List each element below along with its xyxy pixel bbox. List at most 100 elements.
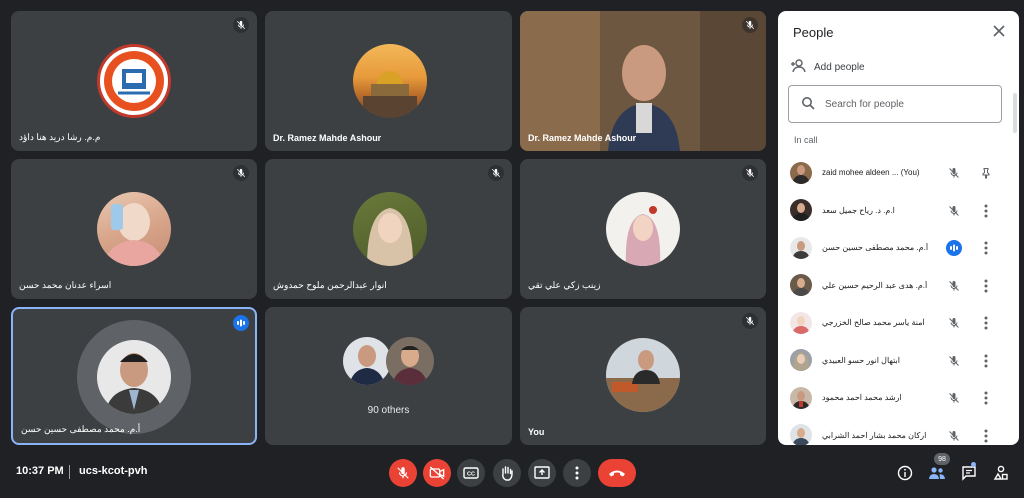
more-options-icon[interactable] xyxy=(978,203,994,219)
present-screen-button[interactable] xyxy=(528,459,556,487)
captions-button[interactable]: CC xyxy=(457,459,485,487)
avatar xyxy=(790,236,812,259)
avatar xyxy=(790,424,812,445)
avatar xyxy=(353,44,427,118)
participant-name: انوار عبدالرحمن ملوح حمدوش xyxy=(273,280,387,290)
more-options-icon[interactable] xyxy=(978,390,994,406)
camera-feed xyxy=(520,11,766,151)
mic-off-icon xyxy=(946,390,962,406)
chat-button[interactable] xyxy=(958,462,980,484)
people-panel: People Add people Search for people In c… xyxy=(778,11,1019,445)
add-person-icon xyxy=(790,59,806,76)
mic-off-icon xyxy=(946,165,962,181)
participant-tile-active-speaker[interactable]: أ.م. محمد مصطفى حسين حسن xyxy=(11,307,257,445)
mic-off-icon xyxy=(946,428,962,444)
you-label: (You) xyxy=(900,168,920,178)
participant-list-name: أ.م. محمد مصطفى حسين حسن xyxy=(822,243,929,253)
raise-hand-button[interactable] xyxy=(493,459,521,487)
participant-list-name: أ.م. هدى عبد الرحيم حسين علي xyxy=(822,280,928,290)
mic-off-icon xyxy=(742,165,758,181)
participant-tile[interactable]: زينب زكي علي تقي xyxy=(520,159,766,299)
more-options-icon[interactable] xyxy=(978,315,994,331)
more-options-icon[interactable] xyxy=(978,278,994,294)
participant-list-name: zaid mohee aldeen ... xyxy=(822,168,899,178)
search-input[interactable]: Search for people xyxy=(788,85,1002,123)
hand-icon xyxy=(502,466,513,481)
avatar xyxy=(790,311,812,334)
toggle-mic-button[interactable] xyxy=(389,459,417,487)
list-item[interactable]: اركان محمد بشار احمد الشرابي xyxy=(778,417,1011,445)
list-item[interactable]: آمنة ياسر محمد صالح الخزرجي xyxy=(778,304,1011,342)
speaking-indicator-icon xyxy=(233,315,249,331)
list-item[interactable]: أ.م. محمد مصطفى حسين حسن xyxy=(778,229,1011,267)
others-tile[interactable]: 90 others xyxy=(265,307,512,445)
list-item[interactable]: ارشد محمد احمد محمود xyxy=(778,379,1011,417)
participant-name: أ.م. محمد مصطفى حسين حسن xyxy=(21,424,141,434)
activities-button[interactable] xyxy=(990,462,1012,484)
participant-name: زينب زكي علي تقي xyxy=(528,280,601,290)
participant-tile[interactable]: انوار عبدالرحمن ملوح حمدوش xyxy=(265,159,512,299)
participant-list-name: آمنة ياسر محمد صالح الخزرجي xyxy=(822,318,925,328)
meeting-code: ucs-kcot-pvh xyxy=(79,465,148,477)
unread-dot xyxy=(971,462,976,467)
participant-tile[interactable]: م.م. رشا دريد هنا داؤد xyxy=(11,11,257,151)
info-icon xyxy=(897,465,913,481)
self-tile[interactable]: You xyxy=(520,307,766,445)
close-icon[interactable] xyxy=(991,23,1007,39)
participant-tile[interactable]: Dr. Ramez Mahde Ashour xyxy=(265,11,512,151)
participant-list-name: ارشد محمد احمد محمود xyxy=(822,393,902,403)
add-people-label: Add people xyxy=(814,62,865,73)
clock: 10:37 PM xyxy=(16,465,64,477)
list-item[interactable]: ا.م. د. رياح جميل سعد xyxy=(778,192,1011,230)
participant-video-tile[interactable]: Dr. Ramez Mahde Ashour xyxy=(520,11,766,151)
more-vert-icon xyxy=(575,466,579,480)
more-options-icon[interactable] xyxy=(978,240,994,256)
leave-call-button[interactable] xyxy=(598,459,636,487)
avatar xyxy=(606,192,680,266)
in-call-heading: In call xyxy=(794,135,818,145)
mic-off-icon xyxy=(488,165,504,181)
camera-off-icon xyxy=(429,466,445,480)
list-item[interactable]: أ.م. هدى عبد الرحيم حسين علي xyxy=(778,267,1011,305)
mic-off-icon xyxy=(233,17,249,33)
avatar xyxy=(606,338,680,412)
mic-off-icon xyxy=(742,313,758,329)
pin-icon[interactable] xyxy=(978,165,994,181)
avatar xyxy=(790,199,812,222)
participant-list: zaid mohee aldeen ... (You) ا.م. د. رياح… xyxy=(778,154,1011,445)
avatar xyxy=(97,192,171,266)
others-count: 90 others xyxy=(367,405,410,416)
mic-off-icon xyxy=(946,353,962,369)
participant-name: اسراء عدنان محمد حسن xyxy=(19,280,112,290)
participant-tile[interactable]: اسراء عدنان محمد حسن xyxy=(11,159,257,299)
more-options-button[interactable] xyxy=(563,459,591,487)
avatar xyxy=(353,192,427,266)
add-people-button[interactable]: Add people xyxy=(790,59,865,76)
avatar xyxy=(790,161,812,184)
participant-list-name: اركان محمد بشار احمد الشرابي xyxy=(822,430,927,440)
more-options-icon[interactable] xyxy=(978,353,994,369)
avatar xyxy=(343,337,391,385)
more-options-icon[interactable] xyxy=(978,428,994,444)
svg-text:CC: CC xyxy=(467,472,475,478)
people-icon xyxy=(929,467,945,479)
present-icon xyxy=(534,466,550,479)
mic-off-icon xyxy=(946,203,962,219)
scrollbar[interactable] xyxy=(1013,93,1017,133)
participant-list-name: ا.م. د. رياح جميل سعد xyxy=(822,205,895,215)
avatar xyxy=(790,386,812,409)
avatar xyxy=(97,340,171,414)
control-bar: 10:37 PM ucs-kcot-pvh CC 98 xyxy=(0,448,1024,498)
mic-off-icon xyxy=(233,165,249,181)
list-item[interactable]: ابتهال انور حسو العبيدي xyxy=(778,342,1011,380)
people-button[interactable] xyxy=(926,462,948,484)
mic-off-icon xyxy=(742,17,758,33)
toggle-camera-button[interactable] xyxy=(423,459,451,487)
search-icon xyxy=(801,96,815,113)
list-item[interactable]: zaid mohee aldeen ... (You) xyxy=(778,154,1011,192)
end-call-icon xyxy=(609,470,625,477)
meeting-details-button[interactable] xyxy=(894,462,916,484)
participant-name: You xyxy=(528,427,545,437)
mic-off-icon xyxy=(946,278,962,294)
mic-off-icon xyxy=(397,467,409,479)
